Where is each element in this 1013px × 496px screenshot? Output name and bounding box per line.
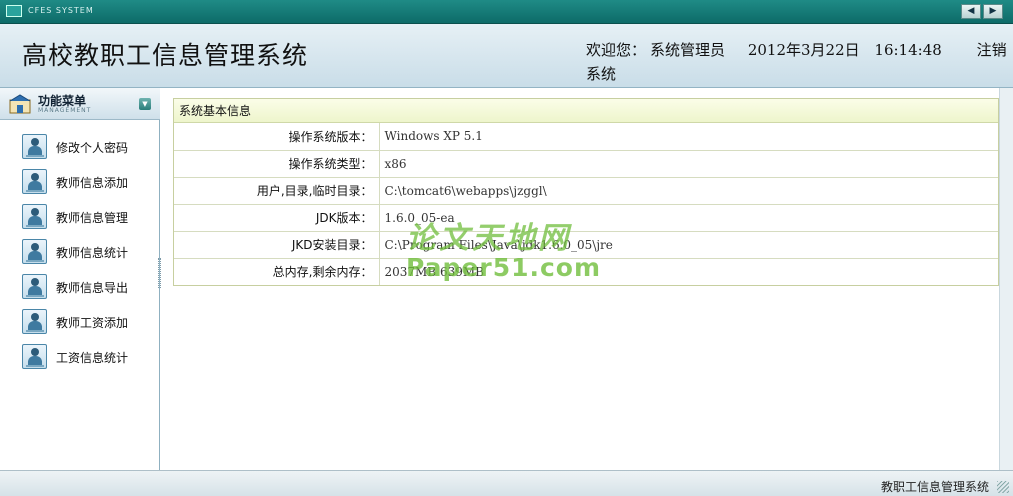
menu-item-label: 教师信息导出	[56, 281, 129, 295]
system-titlebar: CFES SYSTEM ◀ ▶	[0, 0, 1013, 24]
current-date: 2012年3月22日	[747, 41, 860, 59]
menu-item-label: 修改个人密码	[56, 141, 129, 155]
watermark-line-1: 论文天地网	[406, 221, 571, 256]
info-key: 用户,目录,临时目录：	[174, 176, 380, 204]
user-icon	[22, 169, 47, 194]
welcome-label: 欢迎您：	[586, 41, 647, 59]
menu-item-salary-stats[interactable]: 工资信息统计	[0, 338, 158, 373]
info-key: JKD安装目录：	[174, 230, 380, 258]
menu-item-teacher-manage[interactable]: 教师信息管理	[0, 198, 158, 233]
panel-caption: 系统基本信息	[174, 99, 998, 123]
user-icon	[22, 274, 47, 299]
watermark-line-2: Paper51.com	[406, 253, 602, 282]
left-menu-panel: 功能菜单 MANAGEMENT ▼ 修改个人密码 教师信息添加 教师信息管理 教…	[0, 88, 160, 470]
menu-subtitle: MANAGEMENT	[38, 107, 92, 114]
page-title: 高校教职工信息管理系统	[22, 41, 309, 70]
window-icon	[6, 5, 22, 17]
menu-item-change-password[interactable]: 修改个人密码	[0, 128, 158, 163]
footer-text: 教职工信息管理系统	[880, 480, 989, 494]
info-key: 总内存,剩余内存：	[174, 257, 380, 285]
user-icon	[22, 239, 47, 264]
info-value: C:\tomcat6\webapps\jzggl\	[379, 176, 998, 204]
info-value: x86	[379, 149, 998, 177]
menu-item-label: 教师工资添加	[56, 316, 129, 330]
triangle-left-icon[interactable]: ◀	[961, 4, 981, 19]
system-logo-text: CFES SYSTEM	[28, 6, 94, 15]
menu-item-teacher-stats[interactable]: 教师信息统计	[0, 233, 158, 268]
welcome-info: 欢迎您： 系统管理员 2012年3月22日 16:14:48 注销系统	[586, 38, 1011, 86]
vertical-scrollbar[interactable]	[999, 88, 1013, 470]
function-menu: 修改个人密码 教师信息添加 教师信息管理 教师信息统计 教师信息导出 教师工资添…	[0, 128, 158, 373]
menu-item-label: 工资信息统计	[56, 351, 129, 365]
menu-home-icon	[9, 94, 31, 114]
triangle-right-icon[interactable]: ▶	[983, 4, 1003, 19]
user-name: 系统管理员	[650, 41, 726, 59]
menu-item-teacher-add[interactable]: 教师信息添加	[0, 163, 158, 198]
menu-item-label: 教师信息管理	[56, 211, 129, 225]
menu-item-label: 教师信息添加	[56, 176, 129, 190]
page-header: 高校教职工信息管理系统 欢迎您： 系统管理员 2012年3月22日 16:14:4…	[0, 24, 1013, 88]
table-row: 操作系统类型： x86	[174, 149, 998, 177]
user-icon	[22, 344, 47, 369]
menu-item-teacher-export[interactable]: 教师信息导出	[0, 268, 158, 303]
info-key: 操作系统类型：	[174, 149, 380, 177]
resize-grip-icon[interactable]	[997, 481, 1009, 493]
table-row: 操作系统版本： Windows XP 5.1	[174, 123, 998, 150]
info-key: JDK版本：	[174, 203, 380, 231]
user-icon	[22, 134, 47, 159]
menu-item-salary-add[interactable]: 教师工资添加	[0, 303, 158, 338]
info-value: Windows XP 5.1	[384, 129, 483, 144]
info-key: 操作系统版本：	[174, 123, 380, 150]
table-row: 用户,目录,临时目录： C:\tomcat6\webapps\jzggl\	[174, 176, 998, 204]
watermark: 论文天地网 Paper51.com	[406, 213, 601, 282]
menu-header: 功能菜单 MANAGEMENT ▼	[0, 88, 160, 120]
user-icon	[22, 309, 47, 334]
nav-buttons: ◀ ▶	[961, 4, 1003, 19]
menu-item-label: 教师信息统计	[56, 246, 129, 260]
current-time: 16:14:48	[874, 41, 942, 59]
status-bar: 教职工信息管理系统	[0, 470, 1013, 496]
user-icon	[22, 204, 47, 229]
collapse-icon[interactable]: ▼	[139, 98, 151, 110]
